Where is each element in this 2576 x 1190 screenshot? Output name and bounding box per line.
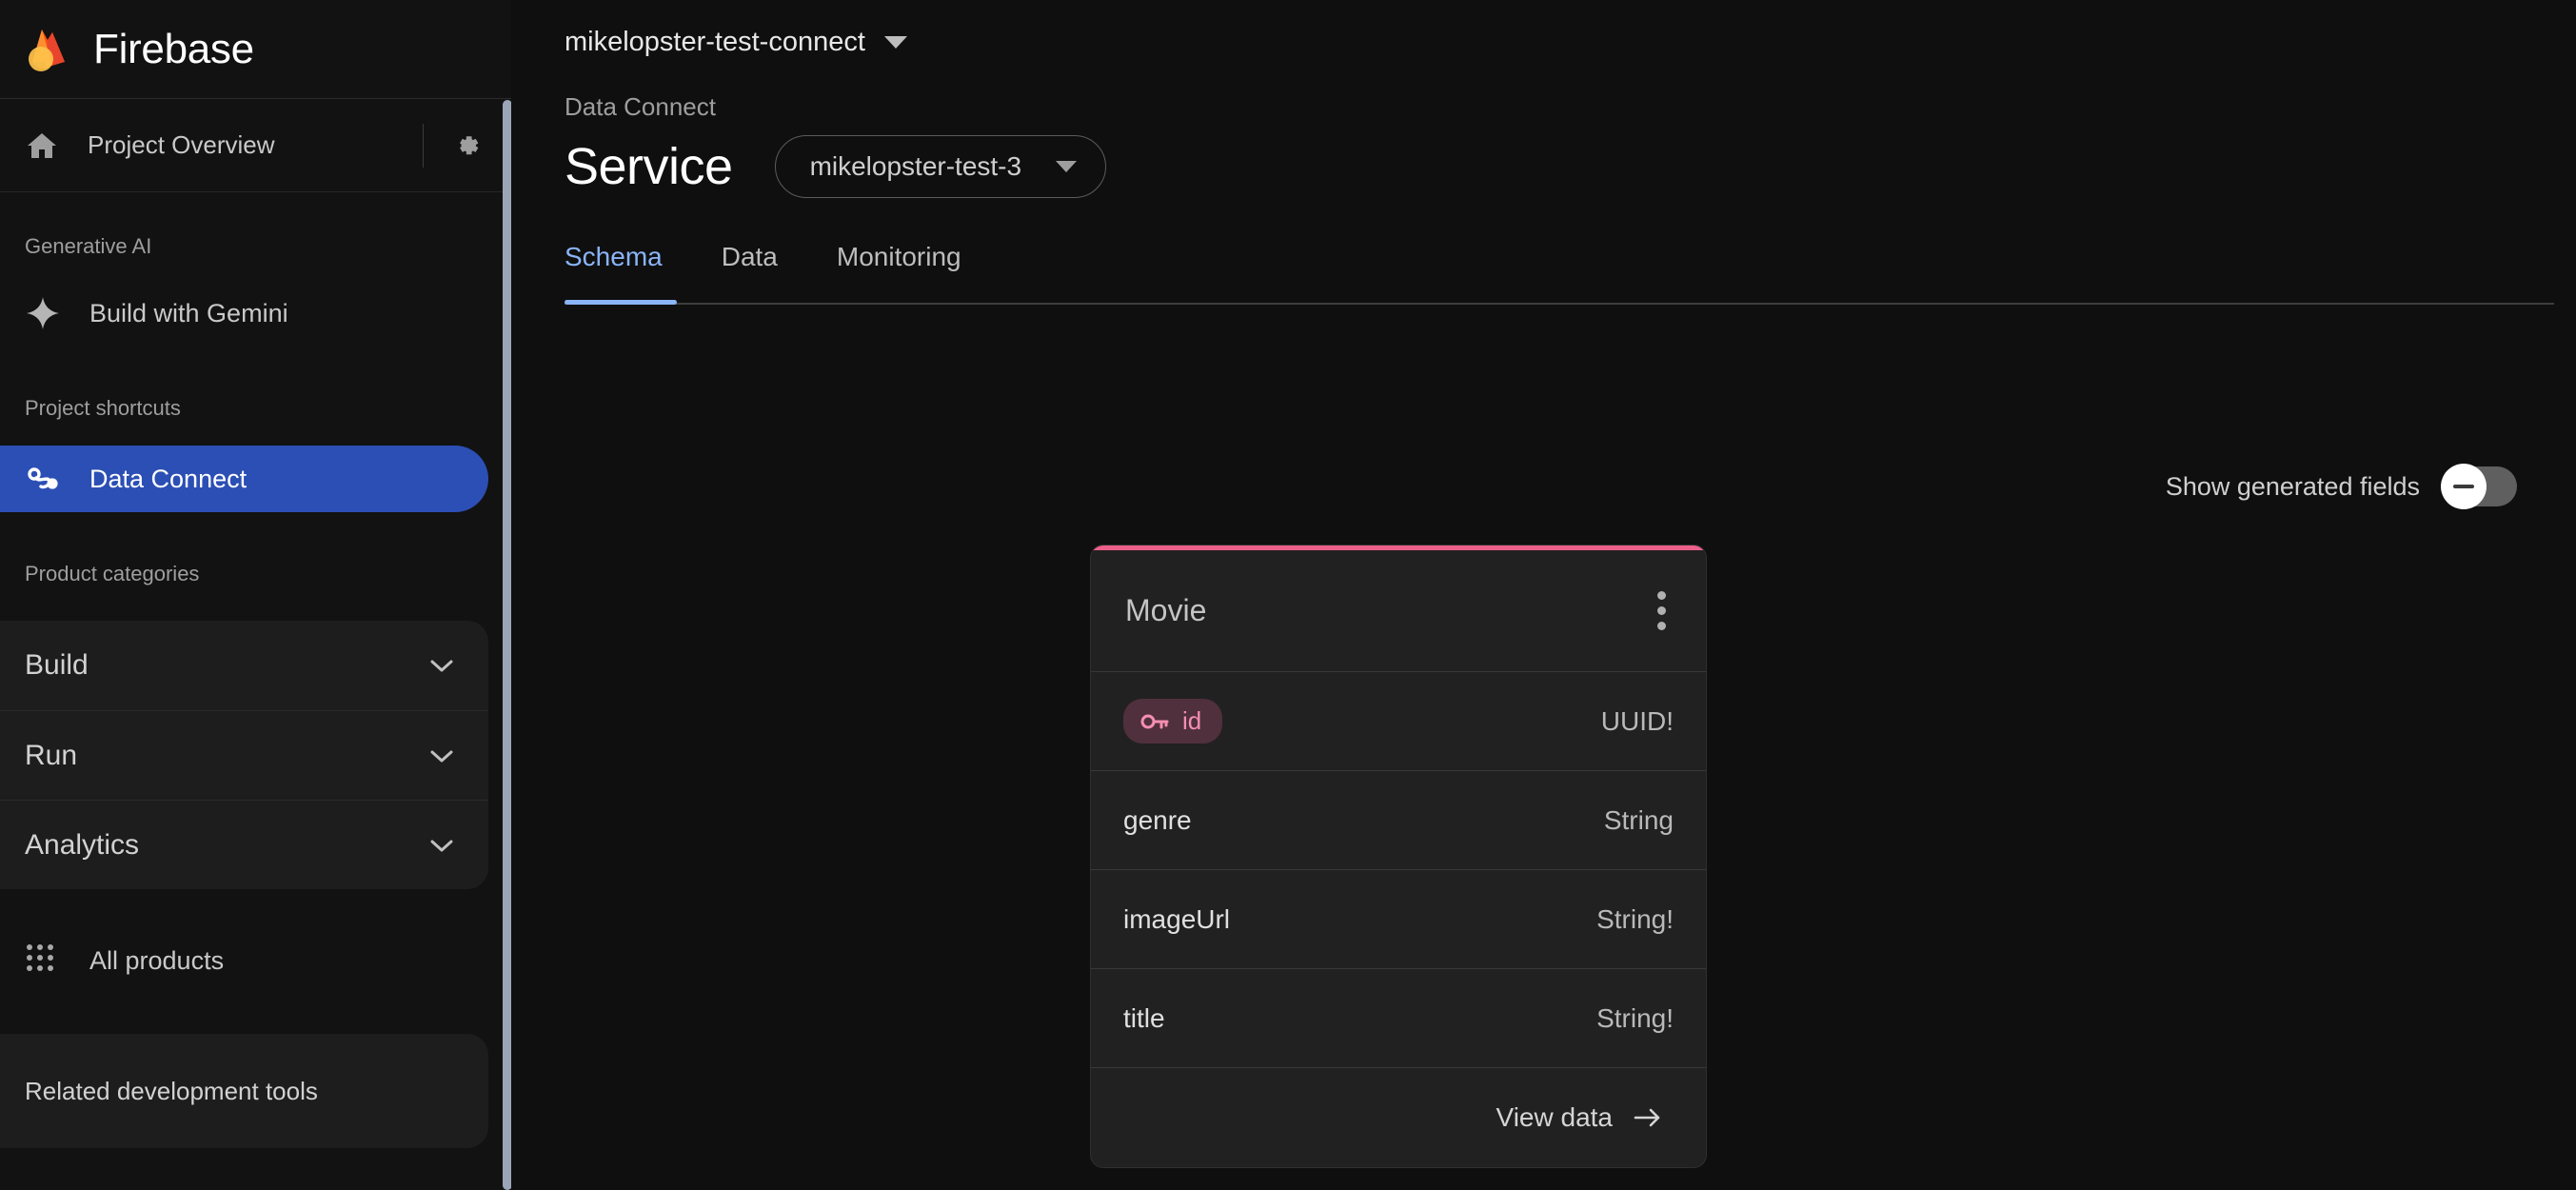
sidebar-category-label-analytics: Analytics <box>25 828 140 861</box>
sidebar-item-project-overview[interactable]: Project Overview <box>25 129 423 163</box>
page-title-row: Service mikelopster-test-3 <box>565 135 2576 198</box>
sidebar-item-all-products[interactable]: All products <box>0 927 488 994</box>
field-name: genre <box>1123 804 1192 835</box>
page-title: Service <box>565 138 733 195</box>
show-generated-fields-label: Show generated fields <box>2165 471 2420 501</box>
entity-card-movie: Movie id UUID! genre String imageUrl Str… <box>1090 545 1707 1168</box>
table-row[interactable]: genre String <box>1091 771 1706 870</box>
tab-active-indicator <box>565 300 677 305</box>
chevron-down-icon <box>1056 161 1078 172</box>
sidebar: Firebase Project Overview Generative AI <box>0 0 511 1190</box>
brand-name: Firebase <box>93 25 254 72</box>
sidebar-divider <box>423 123 424 168</box>
table-row[interactable]: id UUID! <box>1091 672 1706 771</box>
field-name: id <box>1182 706 1202 735</box>
chevron-down-icon <box>429 658 454 673</box>
chevron-down-icon <box>429 838 454 853</box>
entity-card-header: Movie <box>1091 550 1706 672</box>
home-icon <box>25 129 59 163</box>
service-selector[interactable]: mikelopster-test-3 <box>774 135 1107 198</box>
table-row[interactable]: imageUrl String! <box>1091 870 1706 969</box>
related-development-tools-label: Related development tools <box>25 1076 318 1105</box>
chevron-down-icon <box>429 748 454 764</box>
main-content: mikelopster-test-connect Data Connect Se… <box>511 0 2576 1190</box>
field-type: String! <box>1596 1002 1674 1033</box>
sidebar-item-label-project-overview: Project Overview <box>88 130 275 159</box>
sidebar-item-build-with-gemini[interactable]: Build with Gemini <box>0 280 488 347</box>
sidebar-item-label-data-connect: Data Connect <box>89 464 248 493</box>
grid-apps-icon <box>25 942 61 979</box>
key-icon <box>1140 711 1169 732</box>
service-selector-label: mikelopster-test-3 <box>809 151 1022 181</box>
sidebar-category-label-run: Run <box>25 739 78 771</box>
chevron-down-icon <box>883 36 907 49</box>
tab-data[interactable]: Data <box>722 236 810 301</box>
related-development-tools-panel[interactable]: Related development tools <box>0 1034 488 1148</box>
data-connect-icon <box>25 461 61 497</box>
sidebar-category-group: Build Run Analytics <box>0 621 488 889</box>
sidebar-item-label-all-products: All products <box>89 945 225 975</box>
project-overview-row: Project Overview <box>0 99 511 192</box>
gear-icon[interactable] <box>450 129 483 162</box>
field-type: String <box>1603 804 1674 835</box>
sidebar-section-product-categories: Product categories <box>25 562 200 585</box>
tab-bar: Schema Data Monitoring <box>565 236 2554 305</box>
sidebar-scrollbar-thumb[interactable] <box>503 100 511 1190</box>
show-generated-fields-row: Show generated fields <box>2165 464 2517 509</box>
brand-header[interactable]: Firebase <box>0 0 511 99</box>
sidebar-category-label-build: Build <box>25 649 89 681</box>
sparkle-icon <box>25 295 61 331</box>
field-name: title <box>1123 1002 1165 1033</box>
field-name: imageUrl <box>1123 903 1231 934</box>
sidebar-item-data-connect[interactable]: Data Connect <box>0 446 488 512</box>
breadcrumb: Data Connect <box>565 92 716 121</box>
tab-monitoring[interactable]: Monitoring <box>837 236 994 301</box>
project-selector[interactable]: mikelopster-test-connect <box>565 27 907 58</box>
tab-schema[interactable]: Schema <box>565 236 695 301</box>
sidebar-section-generative-ai: Generative AI <box>25 234 152 258</box>
sidebar-category-build[interactable]: Build <box>0 621 488 710</box>
view-data-label: View data <box>1496 1102 1613 1132</box>
minus-icon <box>2453 485 2474 488</box>
sidebar-section-project-shortcuts: Project shortcuts <box>25 396 181 420</box>
firebase-console-window: Firebase Project Overview Generative AI <box>0 0 2576 1190</box>
sidebar-category-analytics[interactable]: Analytics <box>0 800 488 889</box>
arrow-right-icon <box>1634 1107 1662 1128</box>
tab-bar-rule <box>565 303 2554 305</box>
entity-name: Movie <box>1125 593 1207 627</box>
toggle-knob <box>2441 464 2487 509</box>
kebab-menu-icon[interactable] <box>1646 582 1677 640</box>
table-row[interactable]: title String! <box>1091 969 1706 1068</box>
field-type: String! <box>1596 903 1674 934</box>
firebase-logo-icon <box>23 24 72 75</box>
project-selector-label: mikelopster-test-connect <box>565 27 865 57</box>
field-type: UUID! <box>1600 705 1674 736</box>
show-generated-fields-toggle[interactable] <box>2441 464 2517 509</box>
primary-key-badge: id <box>1123 699 1223 744</box>
view-data-button[interactable]: View data <box>1091 1068 1706 1167</box>
sidebar-item-label-build-with-gemini: Build with Gemini <box>89 298 288 327</box>
sidebar-category-run[interactable]: Run <box>0 710 488 800</box>
